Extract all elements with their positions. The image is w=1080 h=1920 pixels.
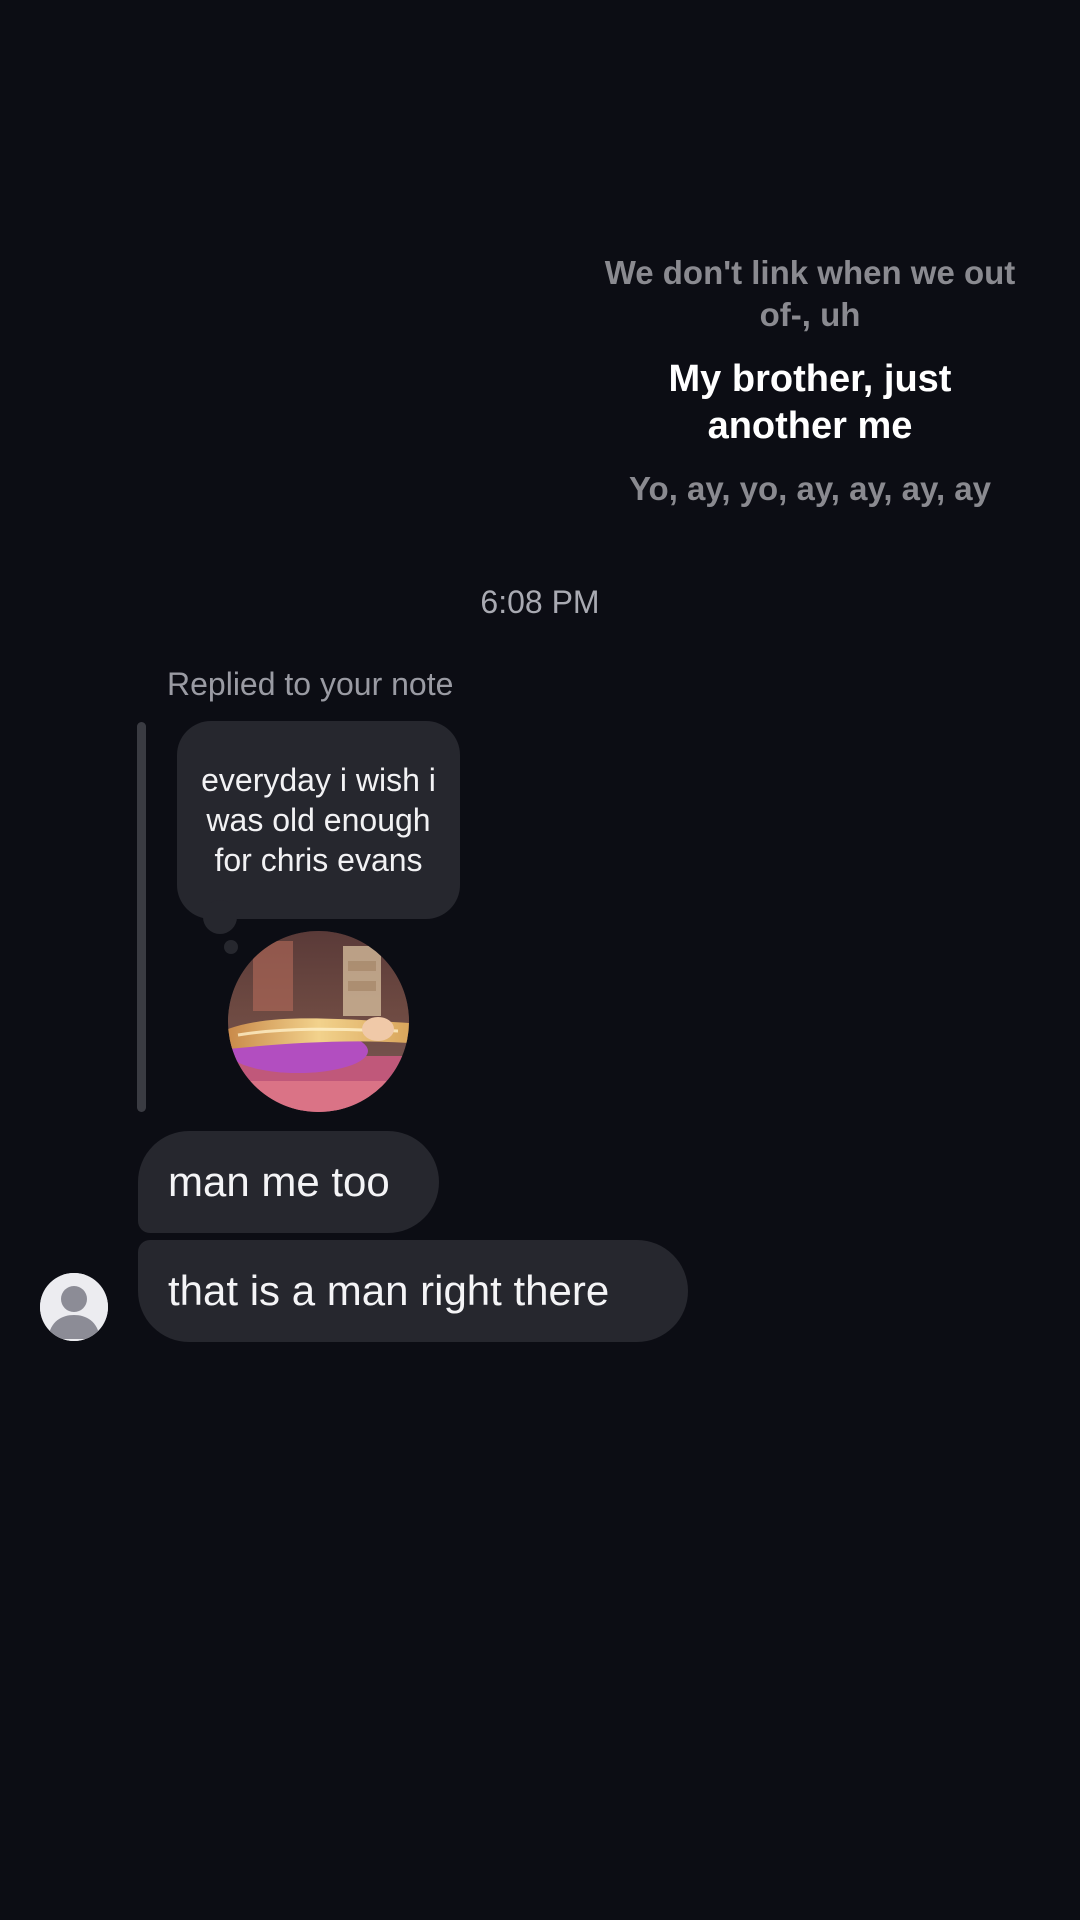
message-timestamp: 6:08 PM — [480, 584, 600, 620]
message-text: man me too — [168, 1158, 390, 1205]
note-avatar-image — [228, 931, 409, 1112]
lyrics-overlay: We don't link when we out of-, uh My bro… — [600, 252, 1020, 510]
note-text: everyday i wish i was old enough for chr… — [201, 762, 436, 878]
lyric-previous: We don't link when we out of-, uh — [604, 254, 1016, 333]
lyric-next: Yo, ay, yo, ay, ay, ay, ay — [629, 470, 991, 507]
note-thought-tail — [203, 900, 237, 934]
chat-screen: We don't link when we out of-, uh My bro… — [0, 0, 1080, 1920]
message-bubble[interactable]: that is a man right there — [138, 1240, 688, 1342]
note-bubble[interactable]: everyday i wish i was old enough for chr… — [177, 721, 460, 919]
message-text: that is a man right there — [168, 1267, 610, 1314]
lyric-current: My brother, just another me — [668, 358, 952, 447]
default-person-icon — [40, 1273, 108, 1341]
message-bubble[interactable]: man me too — [138, 1131, 439, 1233]
note-thought-dot — [224, 940, 238, 954]
reply-label: Replied to your note — [167, 666, 454, 702]
note-avatar-photo[interactable] — [228, 931, 409, 1112]
reply-indicator-bar — [137, 722, 146, 1112]
sender-avatar[interactable] — [40, 1273, 108, 1341]
